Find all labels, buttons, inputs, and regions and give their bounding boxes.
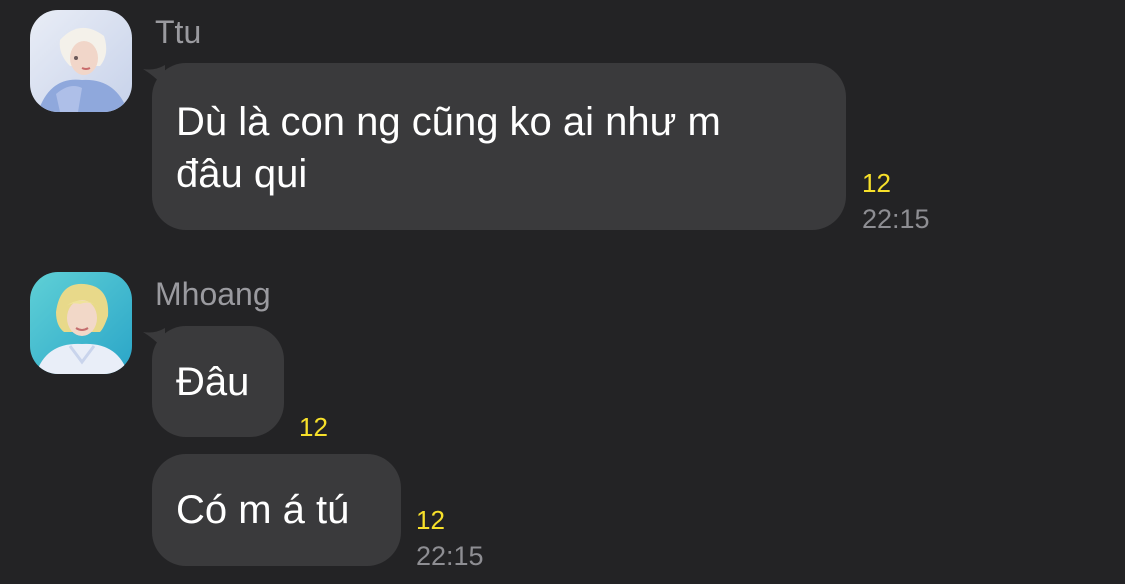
- message-bubble[interactable]: Đâu: [143, 326, 284, 437]
- message-text: Có m á tú: [176, 488, 350, 532]
- avatar-mhoang[interactable]: [30, 272, 132, 374]
- message-bubble[interactable]: Có m á tú: [152, 454, 401, 566]
- sender-name: Ttu: [155, 14, 202, 50]
- message-text: Đâu: [176, 360, 250, 404]
- message-time: 22:15: [862, 204, 930, 234]
- unread-count: 12: [299, 412, 328, 442]
- message-time: 22:15: [416, 541, 484, 571]
- bubble-tail-icon: [143, 328, 165, 350]
- message-text: Dù là con ng cũng ko ai như m đâu qui: [176, 100, 721, 196]
- avatar-photo-icon: [30, 10, 132, 112]
- unread-count: 12: [416, 505, 445, 535]
- bubble-tail-icon: [143, 65, 165, 87]
- unread-count: 12: [862, 168, 891, 198]
- sender-name: Mhoang: [155, 276, 271, 312]
- message-bubble[interactable]: Dù là con ng cũng ko ai như m đâu qui: [143, 63, 846, 230]
- avatar-ttu[interactable]: [30, 10, 132, 112]
- avatar-photo-icon: [30, 272, 132, 374]
